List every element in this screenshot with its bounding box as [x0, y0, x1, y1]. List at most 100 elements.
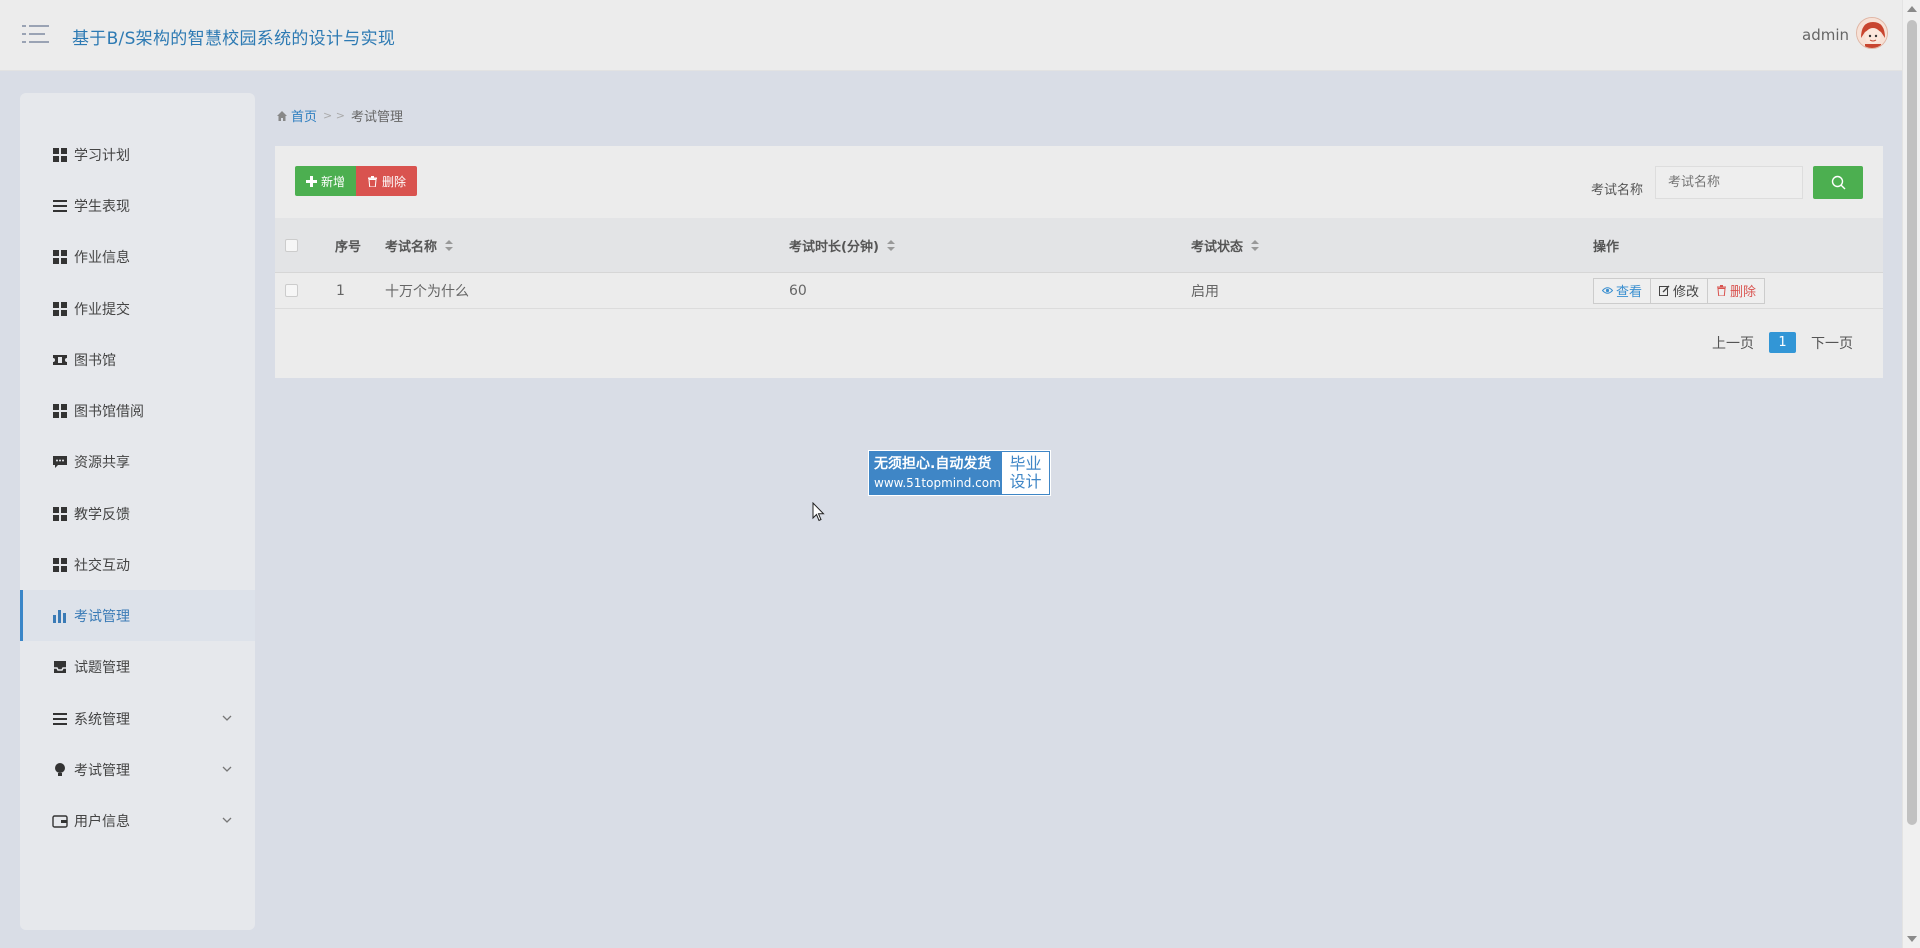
sidebar-item-study-plan[interactable]: 学习计划	[20, 129, 255, 180]
view-button-label: 查看	[1616, 285, 1643, 300]
row-delete-button[interactable]: 删除	[1708, 277, 1766, 304]
sidebar-item-teaching-feedback[interactable]: 教学反馈	[20, 488, 255, 539]
watermark-side1: 毕业	[1009, 454, 1042, 473]
col-duration[interactable]: 考试时长(分钟)	[789, 218, 895, 272]
col-actions: 操作	[1593, 239, 1620, 255]
edit-button-label: 修改	[1673, 285, 1700, 300]
next-page-button[interactable]: 下一页	[1811, 333, 1853, 353]
scrollbar-thumb[interactable]	[1907, 20, 1917, 825]
select-all-cell	[285, 218, 298, 272]
table-header: 序号 考试名称 考试时长(分钟) 考试状态 操作	[275, 218, 1883, 273]
watermark-line1: 无须担心.自动发货	[874, 456, 992, 472]
search-button[interactable]	[1813, 166, 1863, 199]
chevron-down-icon	[222, 715, 232, 721]
delete-button[interactable]: 删除	[356, 166, 418, 196]
bar-chart-icon	[53, 609, 66, 623]
chevron-down-icon	[222, 766, 232, 772]
search-label: 考试名称	[1590, 183, 1643, 198]
main-panel: 新增 删除 考试名称 序号 考试名称 考试时长(分钟) 考试状态 操作 1	[275, 146, 1883, 378]
sidebar-item-label: 资源共享	[74, 454, 130, 471]
sidebar-item-label: 图书馆	[74, 352, 116, 369]
prev-page-button[interactable]: 上一页	[1712, 333, 1754, 353]
sort-icon[interactable]	[1251, 239, 1260, 251]
breadcrumb: 首页 > > 考试管理	[276, 106, 403, 125]
watermark-side2: 设计	[1009, 472, 1042, 491]
sidebar-item-exam-management-2[interactable]: 考试管理	[20, 744, 255, 795]
watermark-left: 无须担心.自动发货 www.51topmind.com	[869, 451, 1001, 495]
sort-icon[interactable]	[886, 239, 895, 251]
sidebar-item-library-borrow[interactable]: 图书馆借阅	[20, 385, 255, 436]
add-button-label: 新增	[321, 174, 346, 189]
sidebar-item-question-management[interactable]: 试题管理	[20, 641, 255, 692]
row-delete-button-label: 删除	[1730, 285, 1757, 300]
sidebar-item-label: 考试管理	[74, 762, 130, 779]
menu-toggle-icon[interactable]	[22, 22, 50, 46]
pagination: 上一页 1 下一页	[1712, 332, 1853, 353]
row-duration: 60	[789, 282, 807, 299]
mouse-cursor-icon	[812, 502, 825, 522]
sidebar-item-label: 学生表现	[74, 198, 130, 215]
list-icon	[53, 712, 67, 725]
chevron-down-icon	[222, 817, 232, 823]
sidebar-item-user-info[interactable]: 用户信息	[20, 795, 255, 846]
avatar[interactable]	[1856, 17, 1888, 49]
comment-icon	[53, 455, 67, 468]
watermark-right: 毕业 设计	[1002, 452, 1049, 494]
search-icon	[1831, 175, 1845, 190]
add-button[interactable]: 新增	[295, 166, 357, 196]
breadcrumb-current: 考试管理	[350, 110, 403, 125]
sidebar-item-social[interactable]: 社交互动	[20, 539, 255, 590]
sidebar-item-homework-info[interactable]: 作业信息	[20, 231, 255, 282]
sidebar-item-label: 系统管理	[74, 711, 130, 728]
sidebar-item-system-management[interactable]: 系统管理	[20, 693, 255, 744]
search-input[interactable]	[1655, 166, 1803, 199]
row-index: 1	[336, 282, 345, 299]
user-name[interactable]: admin	[1802, 26, 1849, 44]
select-all-checkbox[interactable]	[285, 238, 298, 252]
plus-icon	[306, 175, 317, 187]
ticket-icon	[53, 354, 67, 365]
col-duration-label: 考试时长(分钟)	[789, 239, 879, 255]
top-bar: 基于B/S架构的智慧校园系统的设计与实现 admin	[0, 0, 1902, 71]
trash-icon	[1717, 285, 1727, 296]
sidebar: 学习计划 学生表现 作业信息 作业提交 图书馆 图书馆借阅 资源共享 教学反馈 …	[20, 93, 255, 930]
sidebar-item-label: 用户信息	[74, 813, 130, 830]
sidebar-item-homework-submit[interactable]: 作业提交	[20, 283, 255, 334]
sidebar-item-label: 学习计划	[74, 147, 130, 164]
trash-icon	[368, 175, 378, 187]
sidebar-item-label: 考试管理	[74, 608, 130, 625]
col-status[interactable]: 考试状态	[1191, 218, 1260, 272]
sidebar-item-student-performance[interactable]: 学生表现	[20, 180, 255, 231]
home-icon	[277, 110, 287, 121]
sort-icon[interactable]	[445, 239, 454, 251]
scroll-up-icon[interactable]	[1907, 6, 1917, 12]
app-title: 基于B/S架构的智慧校园系统的设计与实现	[72, 29, 396, 49]
current-page-button[interactable]: 1	[1769, 332, 1796, 353]
sidebar-item-exam-management[interactable]: 考试管理	[20, 590, 255, 641]
sidebar-item-label: 作业信息	[74, 249, 130, 266]
toolbar: 新增 删除	[295, 166, 418, 196]
row-select-cell	[285, 273, 298, 308]
sidebar-item-label: 试题管理	[74, 659, 130, 676]
sidebar-item-label: 作业提交	[74, 301, 130, 318]
view-button[interactable]: 查看	[1593, 277, 1652, 304]
grid-icon	[53, 403, 67, 418]
sidebar-item-library[interactable]: 图书馆	[20, 334, 255, 385]
table-row: 1 十万个为什么 60 启用 查看 修改 删除	[275, 273, 1883, 309]
row-actions: 查看 修改 删除	[1593, 273, 1766, 308]
sidebar-item-resource-sharing[interactable]: 资源共享	[20, 436, 255, 487]
breadcrumb-home[interactable]: 首页	[276, 106, 317, 125]
bulb-icon	[55, 762, 65, 776]
row-checkbox[interactable]	[285, 284, 298, 297]
edit-icon	[1659, 285, 1670, 296]
col-name[interactable]: 考试名称	[385, 218, 454, 272]
scroll-down-icon[interactable]	[1907, 936, 1917, 942]
action-group: 查看 修改 删除	[1593, 277, 1766, 304]
row-status: 启用	[1191, 283, 1219, 300]
breadcrumb-home-label: 首页	[291, 110, 318, 125]
eye-icon	[1602, 287, 1613, 294]
vertical-scrollbar[interactable]	[1902, 0, 1920, 948]
col-name-label: 考试名称	[385, 239, 438, 255]
edit-button[interactable]: 修改	[1651, 277, 1709, 304]
delete-button-label: 删除	[382, 174, 407, 189]
